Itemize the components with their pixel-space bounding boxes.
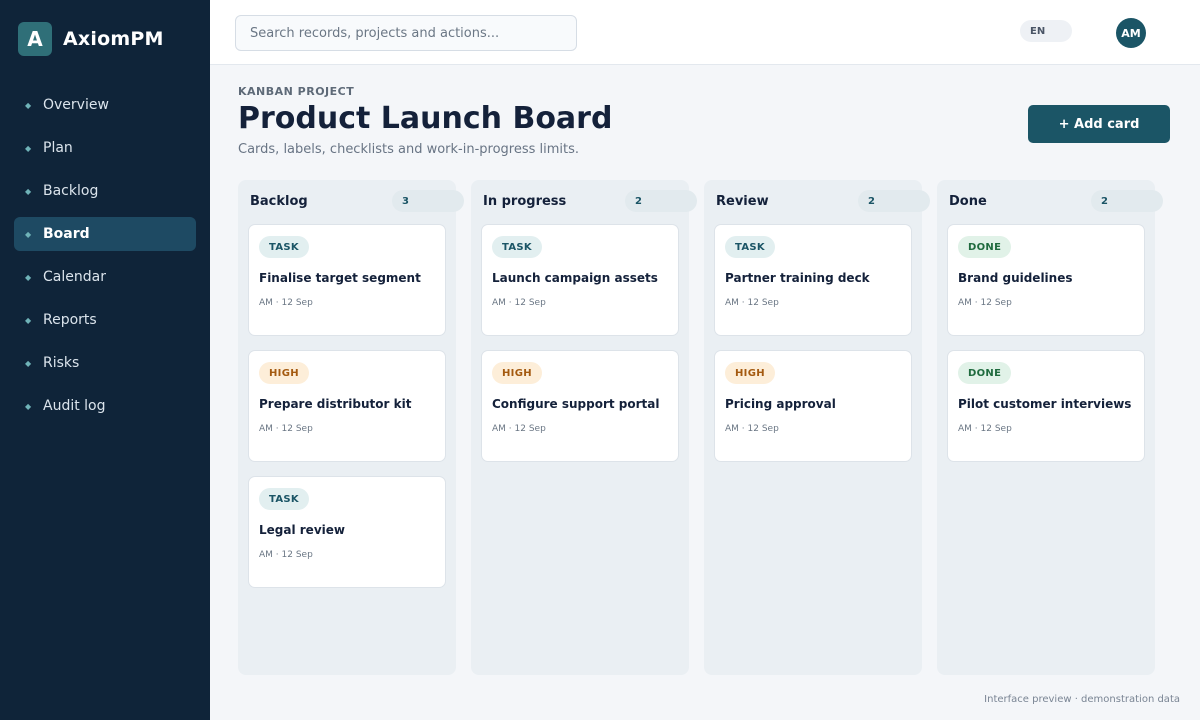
card-meta: AM · 12 Sep — [725, 424, 779, 434]
diamond-bullet-icon: ◆ — [25, 272, 32, 282]
sidebar-item-label: Audit log — [43, 398, 106, 414]
card-title: Launch campaign assets — [492, 271, 658, 285]
language-toggle[interactable]: EN — [1020, 20, 1072, 42]
kanban-card[interactable]: HIGH Configure support portal AM · 12 Se… — [481, 350, 679, 462]
sidebar-nav: ◆ Overview ◆ Plan ◆ Backlog ◆ Board ◆ Ca… — [14, 88, 196, 432]
avatar[interactable]: AM — [1116, 18, 1146, 48]
card-tag: HIGH — [492, 362, 542, 384]
column-title: Done — [949, 194, 987, 209]
column-count-badge: 3 — [392, 190, 464, 212]
diamond-bullet-icon: ◆ — [25, 143, 32, 153]
diamond-bullet-icon: ◆ — [25, 100, 32, 110]
kanban-card[interactable]: HIGH Pricing approval AM · 12 Sep — [714, 350, 912, 462]
card-title: Prepare distributor kit — [259, 397, 412, 411]
footer-note: Interface preview · demonstration data — [984, 694, 1180, 705]
card-tag: DONE — [958, 362, 1012, 384]
card-meta: AM · 12 Sep — [958, 424, 1012, 434]
sidebar-item-label: Plan — [43, 140, 73, 156]
kanban-card[interactable]: TASK Legal review AM · 12 Sep — [248, 476, 446, 588]
column-title: In progress — [483, 194, 567, 209]
column-title: Review — [716, 194, 769, 209]
card-meta: AM · 12 Sep — [492, 424, 546, 434]
sidebar-item-label: Calendar — [43, 269, 106, 285]
card-title: Pricing approval — [725, 397, 836, 411]
column-count-badge: 2 — [1091, 190, 1163, 212]
sidebar-item-audit-log[interactable]: ◆ Audit log — [14, 389, 196, 423]
diamond-bullet-icon: ◆ — [25, 229, 32, 239]
page-eyebrow: KANBAN PROJECT — [238, 85, 355, 98]
card-title: Finalise target segment — [259, 271, 421, 285]
card-meta: AM · 12 Sep — [259, 298, 313, 308]
card-meta: AM · 12 Sep — [725, 298, 779, 308]
search-input[interactable] — [235, 15, 577, 51]
card-title: Legal review — [259, 523, 345, 537]
sidebar-item-label: Risks — [43, 355, 80, 371]
page-subtitle: Cards, labels, checklists and work-in-pr… — [238, 142, 580, 157]
sidebar-item-label: Backlog — [43, 183, 99, 199]
diamond-bullet-icon: ◆ — [25, 358, 32, 368]
sidebar-item-label: Board — [43, 226, 90, 242]
sidebar-item-overview[interactable]: ◆ Overview — [14, 88, 196, 122]
topbar: EN AM — [210, 0, 1200, 65]
sidebar-item-calendar[interactable]: ◆ Calendar — [14, 260, 196, 294]
card-tag: HIGH — [259, 362, 309, 384]
column-review: Review 2 TASK Partner training deck AM ·… — [704, 180, 930, 675]
card-meta: AM · 12 Sep — [259, 550, 313, 560]
card-meta: AM · 12 Sep — [259, 424, 313, 434]
card-tag: TASK — [492, 236, 542, 258]
column-done: Done 2 DONE Brand guidelines AM · 12 Sep… — [937, 180, 1163, 675]
card-tag: TASK — [725, 236, 775, 258]
card-tag: TASK — [259, 488, 309, 510]
column-in-progress: In progress 2 TASK Launch campaign asset… — [471, 180, 697, 675]
sidebar-item-reports[interactable]: ◆ Reports — [14, 303, 196, 337]
column-count-badge: 2 — [625, 190, 697, 212]
sidebar-item-backlog[interactable]: ◆ Backlog — [14, 174, 196, 208]
kanban-card[interactable]: TASK Launch campaign assets AM · 12 Sep — [481, 224, 679, 336]
card-tag: HIGH — [725, 362, 775, 384]
column-count-badge: 2 — [858, 190, 930, 212]
kanban-card[interactable]: TASK Finalise target segment AM · 12 Sep — [248, 224, 446, 336]
sidebar-item-board[interactable]: ◆ Board — [14, 217, 196, 251]
page-title: Product Launch Board — [238, 101, 613, 136]
kanban-card[interactable]: HIGH Prepare distributor kit AM · 12 Sep — [248, 350, 446, 462]
diamond-bullet-icon: ◆ — [25, 401, 32, 411]
brand[interactable]: A AxiomPM — [18, 22, 164, 56]
app-name: AxiomPM — [63, 28, 164, 50]
diamond-bullet-icon: ◆ — [25, 186, 32, 196]
card-title: Pilot customer interviews — [958, 397, 1132, 411]
card-meta: AM · 12 Sep — [492, 298, 546, 308]
sidebar-item-plan[interactable]: ◆ Plan — [14, 131, 196, 165]
card-title: Configure support portal — [492, 397, 660, 411]
column-title: Backlog — [250, 194, 308, 209]
add-card-button[interactable]: + Add card — [1028, 105, 1170, 143]
sidebar-item-risks[interactable]: ◆ Risks — [14, 346, 196, 380]
card-tag: TASK — [259, 236, 309, 258]
card-tag: DONE — [958, 236, 1012, 258]
kanban-card[interactable]: DONE Pilot customer interviews AM · 12 S… — [947, 350, 1145, 462]
card-title: Brand guidelines — [958, 271, 1073, 285]
kanban-card[interactable]: DONE Brand guidelines AM · 12 Sep — [947, 224, 1145, 336]
card-title: Partner training deck — [725, 271, 870, 285]
kanban-card[interactable]: TASK Partner training deck AM · 12 Sep — [714, 224, 912, 336]
card-meta: AM · 12 Sep — [958, 298, 1012, 308]
app-logo: A — [18, 22, 52, 56]
column-backlog: Backlog 3 TASK Finalise target segment A… — [238, 180, 464, 675]
sidebar: A AxiomPM ◆ Overview ◆ Plan ◆ Backlog ◆ … — [0, 0, 210, 720]
sidebar-item-label: Reports — [43, 312, 97, 328]
diamond-bullet-icon: ◆ — [25, 315, 32, 325]
sidebar-item-label: Overview — [43, 97, 109, 113]
